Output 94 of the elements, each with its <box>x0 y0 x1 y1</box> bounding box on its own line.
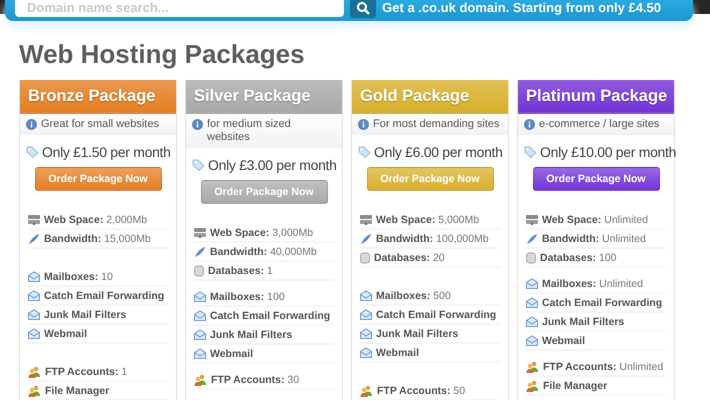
feature-text: Bandwidth: 15,000Mb <box>44 232 151 244</box>
package-tagline: For most demanding sites <box>373 118 500 131</box>
feature-text: Webmail <box>44 328 87 340</box>
feature-text: Webmail <box>542 334 585 346</box>
package-tagline: e-commerce / large sites <box>539 118 660 131</box>
envelope-icon <box>194 348 206 359</box>
envelope-icon <box>28 271 40 282</box>
order-button[interactable]: Order Package Now <box>200 180 328 204</box>
feature-text: FTP Accounts: 30 <box>211 374 300 386</box>
package-title: Gold Package <box>352 80 508 114</box>
package-tagline: for medium sized websites <box>207 118 292 144</box>
feature-text: Mailboxes: 100 <box>210 290 285 302</box>
feature-text: Catch Email Forwarding <box>210 310 330 322</box>
users-icon <box>194 374 207 386</box>
envelope-icon <box>194 310 206 321</box>
users-icon <box>526 360 539 372</box>
price-tag-icon <box>358 146 371 158</box>
feature-text: Databases: 100 <box>540 252 616 264</box>
feature-text: Mailboxes: Unlimited <box>542 278 643 290</box>
feature-text: Mailboxes: 500 <box>376 290 451 302</box>
envelope-icon <box>28 290 40 301</box>
feature-text: Bandwidth: Unlimited <box>542 232 646 244</box>
envelope-icon <box>360 290 372 301</box>
package-title: Bronze Package <box>20 80 176 114</box>
feather-icon <box>28 232 40 244</box>
price-tag-icon <box>524 146 537 158</box>
feature-text: Mailboxes: 10 <box>44 270 113 282</box>
feature-text: FTP Accounts: 1 <box>45 366 128 378</box>
package-price: Only £10.00 per month <box>540 144 676 160</box>
feature-text: Junk Mail Filters <box>542 316 624 328</box>
package-title: Silver Package <box>186 80 342 114</box>
database-icon <box>526 252 536 264</box>
package-tagline: Great for small websites <box>41 118 159 131</box>
package-price: Only £3.00 per month <box>208 157 337 173</box>
info-icon <box>524 119 535 130</box>
feature-text: Databases: 1 <box>208 264 273 276</box>
package-price: Only £1.50 per month <box>42 144 171 160</box>
feature-text: Catch Email Forwarding <box>44 290 164 302</box>
envelope-icon <box>360 347 372 358</box>
feature-text: File Manager <box>543 380 608 392</box>
envelope-icon <box>526 297 538 308</box>
envelope-icon <box>526 316 538 327</box>
feature-text: File Manager <box>45 384 110 396</box>
database-icon <box>360 252 370 264</box>
users-icon <box>526 380 539 392</box>
feature-text: Junk Mail Filters <box>376 328 458 340</box>
server-icon <box>28 214 40 225</box>
promo-text: Get a .co.uk domain. Starting from only £4.50 <box>382 0 661 15</box>
feature-text: Bandwidth: 40,000Mb <box>210 246 317 258</box>
server-icon <box>194 227 206 238</box>
package-price: Only £6.00 per month <box>374 144 503 160</box>
price-tag-icon <box>26 146 39 158</box>
envelope-icon <box>360 328 372 339</box>
info-icon <box>26 119 37 130</box>
feature-text: FTP Accounts: Unlimited <box>543 360 664 372</box>
feature-text: Bandwidth: 100,000Mb <box>376 232 489 244</box>
feature-text: Catch Email Forwarding <box>376 308 496 320</box>
search-button[interactable] <box>350 0 376 18</box>
feature-text: Databases: 20 <box>374 252 445 264</box>
server-icon <box>360 214 372 225</box>
database-icon <box>194 264 204 276</box>
feature-text: Web Space: 5,000Mb <box>376 214 480 226</box>
price-tag-icon <box>192 159 205 171</box>
users-icon <box>28 384 41 396</box>
feature-text: Web Space: 2,000Mb <box>44 214 148 226</box>
users-icon <box>360 384 373 396</box>
feature-text: Catch Email Forwarding <box>542 296 662 308</box>
feature-text: Webmail <box>376 346 419 358</box>
order-button[interactable]: Order Package Now <box>34 167 162 191</box>
feature-text: Web Space: 3,000Mb <box>210 226 314 238</box>
order-button[interactable]: Order Package Now <box>366 167 494 191</box>
order-button[interactable]: Order Package Now <box>532 167 660 191</box>
feature-text: FTP Accounts: 50 <box>377 384 466 396</box>
feature-text: Junk Mail Filters <box>210 328 292 340</box>
feature-text: Webmail <box>210 348 253 360</box>
info-icon <box>192 119 203 130</box>
page-heading: Web Hosting Packages <box>19 39 306 70</box>
envelope-icon <box>28 309 40 320</box>
server-icon <box>526 214 538 225</box>
package-title: Platinum Package <box>518 80 674 114</box>
feature-text: Junk Mail Filters <box>44 308 126 320</box>
envelope-icon <box>28 328 40 339</box>
search-icon <box>356 0 370 14</box>
feather-icon <box>526 232 538 244</box>
feather-icon <box>360 232 372 244</box>
feather-icon <box>194 246 206 258</box>
users-icon <box>28 366 41 378</box>
envelope-icon <box>526 278 538 289</box>
feature-text: Web Space: Unlimited <box>542 214 648 226</box>
envelope-icon <box>360 309 372 320</box>
envelope-icon <box>526 335 538 346</box>
info-icon <box>358 119 369 130</box>
envelope-icon <box>194 291 206 302</box>
envelope-icon <box>194 329 206 340</box>
